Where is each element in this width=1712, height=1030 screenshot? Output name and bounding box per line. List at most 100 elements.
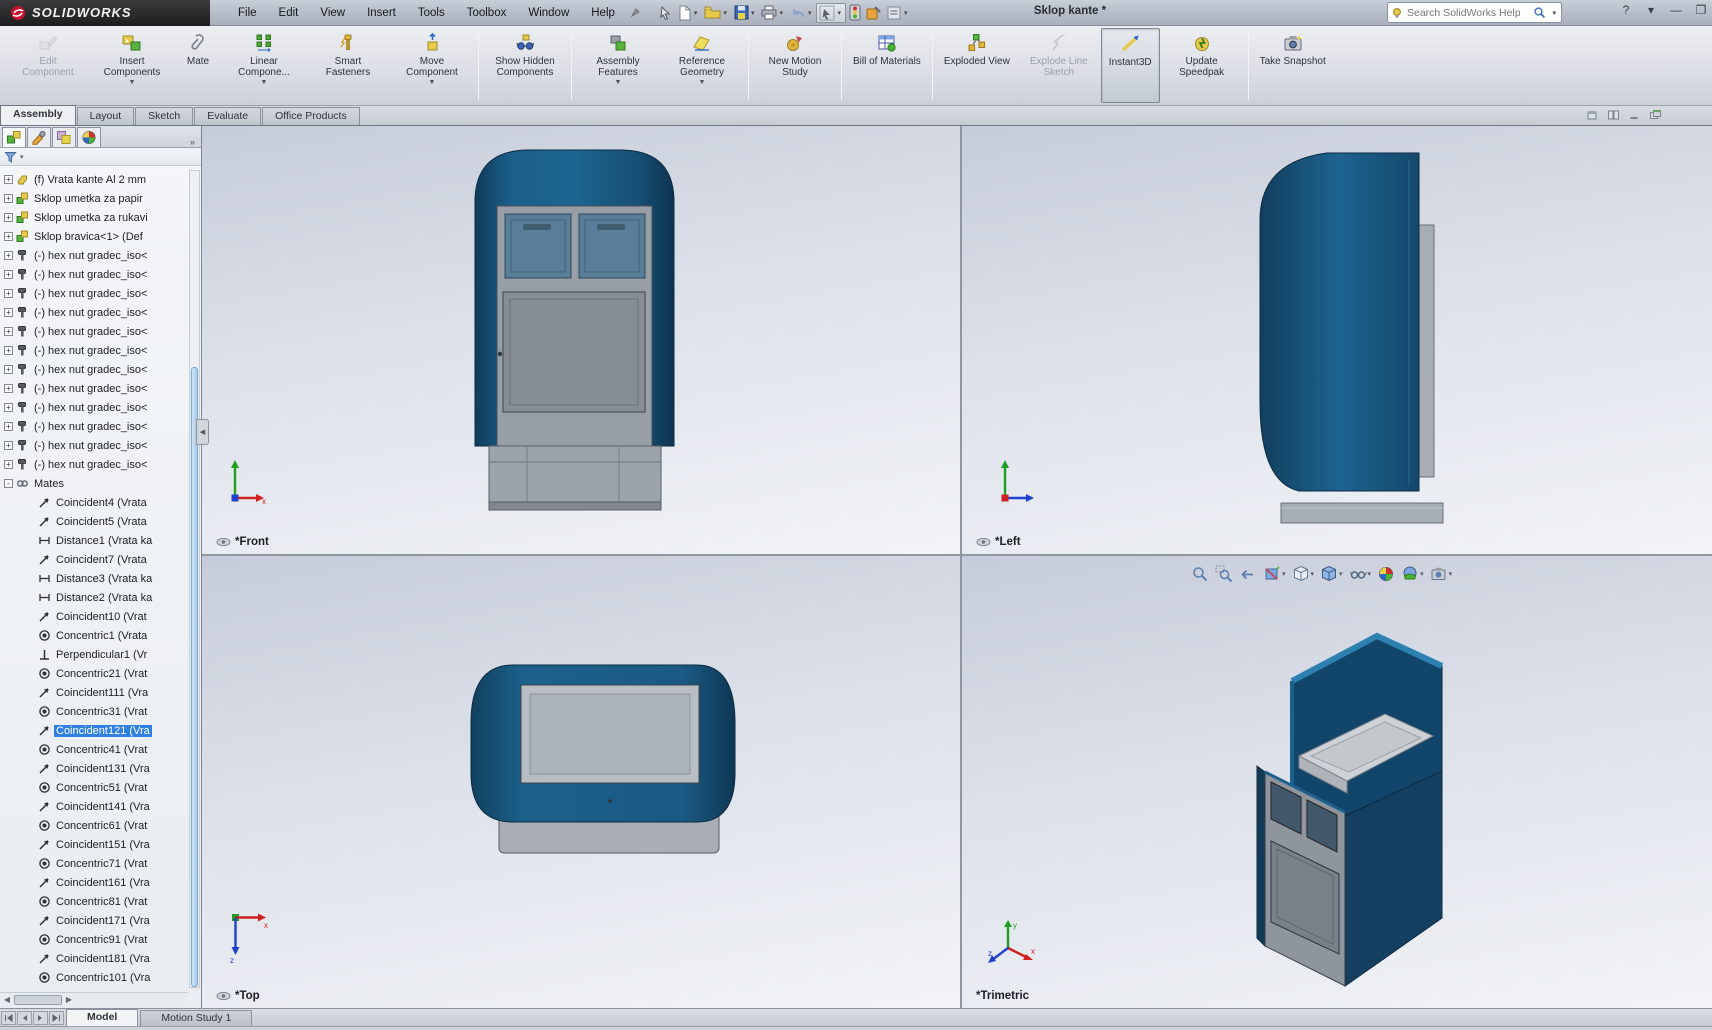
tree-item[interactable]: Distance3 (Vrata ka bbox=[4, 569, 188, 588]
tree-item-label[interactable]: (-) hex nut gradec_iso< bbox=[32, 402, 149, 414]
scrollbar-thumb[interactable] bbox=[14, 995, 62, 1005]
apply-scene-dropdown-icon[interactable]: ▾ bbox=[1420, 570, 1424, 578]
take-snapshot-button[interactable]: Take Snapshot bbox=[1253, 28, 1333, 103]
tree-item-label[interactable]: Coincident181 (Vra bbox=[54, 953, 152, 965]
tree-item[interactable]: +(-) hex nut gradec_iso< bbox=[4, 436, 188, 455]
zoom-to-area-button[interactable] bbox=[1214, 564, 1234, 584]
tree-item-label[interactable]: Coincident171 (Vra bbox=[54, 915, 152, 927]
cascade-windows-icon[interactable] bbox=[1649, 109, 1662, 121]
tree-item-label[interactable]: Concentric1 (Vrata bbox=[54, 630, 149, 642]
scroll-left-icon[interactable]: ◀ bbox=[0, 995, 14, 1004]
tree-item-label[interactable]: Sklop bravica<1> (Def bbox=[32, 231, 145, 243]
display-style-dropdown-icon[interactable]: ▾ bbox=[1339, 570, 1343, 578]
tab-model[interactable]: Model bbox=[66, 1009, 138, 1026]
tree-item-label[interactable]: Coincident111 (Vra bbox=[54, 687, 150, 699]
section-view-button[interactable]: ▾ bbox=[1262, 564, 1287, 584]
tree-item-label[interactable]: Coincident7 (Vrata bbox=[54, 554, 149, 566]
tree-item[interactable]: Coincident151 (Vra bbox=[4, 835, 188, 854]
tree-item-label[interactable]: (-) hex nut gradec_iso< bbox=[32, 383, 149, 395]
menu-toolbox[interactable]: Toolbox bbox=[457, 4, 517, 22]
tree-item[interactable]: Concentric51 (Vrat bbox=[4, 778, 188, 797]
tree-item[interactable]: Distance2 (Vrata ka bbox=[4, 588, 188, 607]
menu-help[interactable]: Help bbox=[581, 4, 625, 22]
display-style-button[interactable]: ▾ bbox=[1319, 564, 1344, 584]
save-dropdown-icon[interactable]: ▾ bbox=[749, 9, 757, 17]
menu-pin-icon[interactable] bbox=[629, 6, 642, 19]
tree-item-label[interactable]: Distance1 (Vrata ka bbox=[54, 535, 154, 547]
tree-item[interactable]: Concentric21 (Vrat bbox=[4, 664, 188, 683]
tree-item-label[interactable]: Concentric61 (Vrat bbox=[54, 820, 149, 832]
save-button[interactable]: ▾ bbox=[732, 4, 759, 21]
menu-tools[interactable]: Tools bbox=[408, 4, 455, 22]
collapse-icon[interactable]: - bbox=[4, 479, 13, 488]
tree-item-label[interactable]: Concentric71 (Vrat bbox=[54, 858, 149, 870]
new-document-button[interactable]: ▾ bbox=[675, 4, 702, 22]
linear-component-pattern-button[interactable]: Linear Compone...▼ bbox=[222, 28, 306, 103]
dropdown-arrow-icon[interactable]: ▼ bbox=[129, 79, 136, 87]
undo-button[interactable]: ▾ bbox=[788, 4, 816, 21]
tree-item-label[interactable]: Coincident151 (Vra bbox=[54, 839, 152, 851]
tab-layout[interactable]: Layout bbox=[77, 107, 135, 125]
expand-icon[interactable]: + bbox=[4, 441, 13, 450]
tree-item-label[interactable]: (-) hex nut gradec_iso< bbox=[32, 421, 149, 433]
view-orientation-dropdown-icon[interactable]: ▾ bbox=[1311, 570, 1315, 578]
tree-item[interactable]: Coincident121 (Vra bbox=[4, 721, 188, 740]
help-search-box[interactable]: ▾ bbox=[1387, 2, 1562, 23]
viewport-top[interactable]: xz*Top bbox=[202, 556, 960, 1008]
tree-item[interactable]: Coincident4 (Vrata bbox=[4, 493, 188, 512]
tree-item-label[interactable]: (-) hex nut gradec_iso< bbox=[32, 326, 149, 338]
undo-dropdown-icon[interactable]: ▾ bbox=[806, 9, 814, 17]
tab-motion-study-1[interactable]: Motion Study 1 bbox=[140, 1010, 252, 1026]
restore-icon[interactable]: ❐ bbox=[1692, 3, 1710, 17]
view-settings-dropdown-icon[interactable]: ▾ bbox=[1449, 570, 1453, 578]
expand-icon[interactable]: + bbox=[4, 327, 13, 336]
expand-icon[interactable]: + bbox=[4, 175, 13, 184]
hide-show-items-button[interactable]: ▾ bbox=[1348, 564, 1373, 584]
tree-item-label[interactable]: Concentric21 (Vrat bbox=[54, 668, 149, 680]
print-button[interactable]: ▾ bbox=[759, 4, 787, 21]
tree-item[interactable]: Perpendicular1 (Vr bbox=[4, 645, 188, 664]
expand-icon[interactable]: + bbox=[4, 346, 13, 355]
tree-item[interactable]: +Sklop umetka za papir bbox=[4, 189, 188, 208]
options-button[interactable] bbox=[864, 4, 884, 22]
tree-item[interactable]: -Mates bbox=[4, 474, 188, 493]
tree-item-label[interactable]: (-) hex nut gradec_iso< bbox=[32, 364, 149, 376]
print-dropdown-icon[interactable]: ▾ bbox=[777, 9, 785, 17]
feature-tree-filter[interactable]: ▾ bbox=[0, 148, 201, 166]
tab-evaluate[interactable]: Evaluate bbox=[194, 107, 261, 125]
tree-item-label[interactable]: (-) hex nut gradec_iso< bbox=[32, 288, 149, 300]
tree-item-label[interactable]: Concentric91 (Vrat bbox=[54, 934, 149, 946]
apply-scene-button[interactable]: ▾ bbox=[1400, 564, 1425, 584]
tree-item-label[interactable]: (-) hex nut gradec_iso< bbox=[32, 459, 149, 471]
new-document-dropdown-icon[interactable]: ▾ bbox=[692, 9, 700, 17]
bill-of-materials-button[interactable]: Bill of Materials bbox=[846, 28, 928, 103]
tree-item[interactable]: Concentric41 (Vrat bbox=[4, 740, 188, 759]
tree-item-label[interactable]: Distance2 (Vrata ka bbox=[54, 592, 154, 604]
viewport-trimetric[interactable]: yxz*Trimetric▾▾▾▾▾▾ bbox=[962, 556, 1712, 1008]
menu-insert[interactable]: Insert bbox=[357, 4, 406, 22]
panel-tab-featuremanager[interactable] bbox=[2, 127, 26, 147]
search-input[interactable] bbox=[1407, 7, 1529, 19]
tree-item[interactable]: + (-) hex nut gradec_iso< bbox=[4, 379, 188, 398]
tree-item[interactable]: Concentric91 (Vrat bbox=[4, 930, 188, 949]
tree-item[interactable]: Concentric81 (Vrat bbox=[4, 892, 188, 911]
open-folder-button[interactable]: ▾ bbox=[702, 4, 731, 21]
expand-icon[interactable]: + bbox=[4, 384, 13, 393]
tree-item-label[interactable]: Concentric31 (Vrat bbox=[54, 706, 149, 718]
tree-item-label[interactable]: Sklop umetka za papir bbox=[32, 193, 145, 205]
tree-item[interactable]: +(f) Vrata kante Al 2 mm bbox=[4, 170, 188, 189]
tree-item-label[interactable]: Coincident131 (Vra bbox=[54, 763, 152, 775]
expand-icon[interactable]: + bbox=[4, 213, 13, 222]
tree-item-label[interactable]: Concentric101 (Vra bbox=[54, 972, 152, 984]
viewport-left[interactable]: *Left bbox=[962, 126, 1712, 554]
tree-item[interactable]: +(-) hex nut gradec_iso< bbox=[4, 303, 188, 322]
viewport-horizontal-splitter[interactable] bbox=[202, 554, 1712, 556]
view-settings-button[interactable]: ▾ bbox=[1429, 564, 1454, 584]
view-orientation-button[interactable]: ▾ bbox=[1291, 564, 1316, 584]
tree-item[interactable]: Coincident10 (Vrat bbox=[4, 607, 188, 626]
open-folder-dropdown-icon[interactable]: ▾ bbox=[721, 9, 729, 17]
show-hidden-components-button[interactable]: Show Hidden Components bbox=[483, 28, 567, 103]
tree-item-label[interactable]: (-) hex nut gradec_iso< bbox=[32, 269, 149, 281]
update-speedpak-button[interactable]: Update Speedpak bbox=[1160, 28, 1244, 103]
tree-item-label[interactable]: Coincident121 (Vra bbox=[54, 725, 152, 737]
